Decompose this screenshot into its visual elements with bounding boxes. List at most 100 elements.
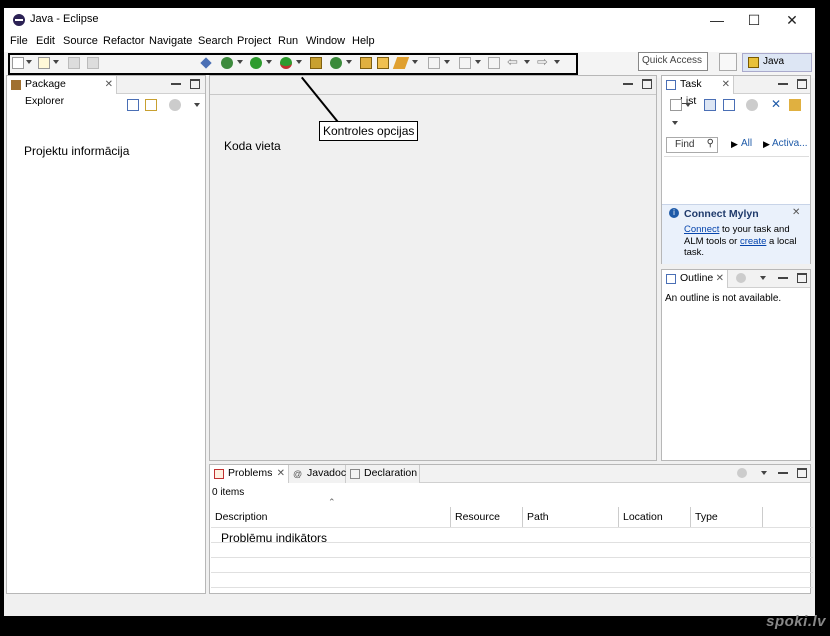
view-menu-icon[interactable] (761, 471, 767, 475)
tab-task-list[interactable]: Task List ✕ (662, 76, 734, 107)
table-row[interactable] (211, 557, 813, 572)
quick-access-field[interactable]: Quick Access (638, 52, 708, 71)
outline-minimize-icon[interactable] (778, 273, 788, 279)
next-annotation-icon[interactable] (428, 57, 440, 69)
task-list-minimize-icon[interactable] (778, 79, 788, 85)
view-menu-icon[interactable] (760, 276, 766, 280)
link-with-editor-icon[interactable] (145, 99, 157, 111)
tab-package-explorer[interactable]: Package Explorer ✕ (7, 76, 117, 107)
menu-help[interactable]: Help (352, 35, 375, 47)
focus-icon[interactable] (746, 99, 758, 111)
save-all-icon[interactable] (87, 57, 99, 69)
new-java-package-icon[interactable] (310, 57, 322, 69)
column-header-location[interactable]: Location (619, 507, 691, 527)
new-icon[interactable] (12, 57, 24, 69)
open-task-icon[interactable] (377, 57, 389, 69)
bottom-minimize-icon[interactable] (778, 468, 788, 474)
external-tools-icon[interactable] (280, 57, 292, 69)
run-dropdown-icon[interactable] (266, 60, 272, 64)
tab-problems[interactable]: Problems ✕ (210, 465, 289, 483)
create-link[interactable]: create (740, 236, 766, 247)
menu-navigate[interactable]: Navigate (149, 35, 192, 47)
close-icon[interactable]: ✕ (716, 270, 724, 287)
table-row[interactable] (211, 587, 813, 602)
debug-icon[interactable] (221, 57, 233, 69)
outline-maximize-icon[interactable] (797, 273, 807, 283)
back-icon[interactable]: ⇦ (507, 55, 519, 68)
view-menu-icon[interactable] (194, 103, 200, 107)
focus-icon[interactable] (736, 273, 746, 283)
close-icon[interactable]: ✕ (722, 76, 730, 93)
new-project-icon[interactable] (38, 57, 50, 69)
synchronize-icon[interactable] (789, 99, 801, 111)
column-header-resource[interactable]: Resource (451, 507, 523, 527)
column-header-type[interactable]: Type (691, 507, 763, 527)
run-icon[interactable] (250, 57, 262, 69)
at-icon: @ (293, 469, 303, 479)
filter-activate-link[interactable]: Activa... (772, 138, 808, 149)
new-task-dropdown-icon[interactable] (685, 103, 691, 107)
forward-dropdown-icon[interactable] (554, 60, 560, 64)
tab-outline[interactable]: Outline ✕ (662, 270, 728, 288)
open-type-icon[interactable] (360, 57, 372, 69)
minimize-icon[interactable] (171, 79, 181, 85)
menu-edit[interactable]: Edit (36, 35, 55, 47)
filter-all-link[interactable]: All (741, 138, 752, 149)
new-task-icon[interactable] (670, 99, 682, 111)
open-perspective-icon[interactable] (719, 53, 737, 71)
connect-link[interactable]: Connect (684, 224, 719, 235)
collapse-all-icon[interactable]: ✕ (771, 98, 783, 111)
minimize-button[interactable]: — (699, 8, 735, 32)
external-tools-dropdown-icon[interactable] (296, 60, 302, 64)
menu-source[interactable]: Source (63, 35, 98, 47)
outline-panel: Outline ✕ An outline is not available. (661, 269, 811, 461)
collapse-all-icon[interactable] (127, 99, 139, 111)
view-menu-icon[interactable] (672, 121, 678, 125)
menu-file[interactable]: File (10, 35, 28, 47)
close-icon[interactable]: ✕ (792, 207, 800, 218)
last-edit-location-icon[interactable] (488, 57, 500, 69)
new-project-dropdown-icon[interactable] (53, 60, 59, 64)
outline-icon (666, 274, 676, 284)
menu-project[interactable]: Project (237, 35, 271, 47)
back-dropdown-icon[interactable] (524, 60, 530, 64)
maximize-button[interactable]: ☐ (736, 8, 772, 32)
column-header-description[interactable]: Description (211, 507, 451, 527)
focus-icon[interactable] (737, 468, 747, 478)
search-dropdown-icon[interactable] (412, 60, 418, 64)
tab-javadoc[interactable]: @ Javadoc (289, 465, 346, 483)
save-icon[interactable] (68, 57, 80, 69)
maximize-icon[interactable] (190, 79, 200, 89)
task-find-field[interactable]: Find ⚲ (666, 137, 718, 153)
editor-minimize-icon[interactable] (623, 79, 633, 85)
java-perspective-button[interactable]: Java (742, 53, 812, 72)
debug-dropdown-icon[interactable] (237, 60, 243, 64)
triangle-right-icon: ▶ (763, 139, 770, 149)
new-dropdown-icon[interactable] (26, 60, 32, 64)
task-list-body[interactable] (664, 156, 809, 206)
task-list-maximize-icon[interactable] (797, 79, 807, 89)
new-java-class-icon[interactable] (330, 57, 342, 69)
bottom-maximize-icon[interactable] (797, 468, 807, 478)
scheduled-icon[interactable] (723, 99, 735, 111)
focus-icon[interactable] (169, 99, 181, 111)
close-icon[interactable]: ✕ (105, 76, 113, 93)
tab-declaration[interactable]: Declaration (346, 465, 420, 483)
forward-icon[interactable]: ⇨ (537, 55, 549, 68)
table-row[interactable] (211, 572, 813, 587)
menu-run[interactable]: Run (278, 35, 298, 47)
menu-search[interactable]: Search (198, 35, 233, 47)
editor-maximize-icon[interactable] (642, 79, 652, 89)
outline-tab-label: Outline (680, 272, 714, 284)
menu-window[interactable]: Window (306, 35, 345, 47)
categorized-icon[interactable] (704, 99, 716, 111)
close-button[interactable]: ✕ (774, 8, 810, 32)
close-icon[interactable]: ✕ (277, 465, 285, 482)
previous-annotation-dropdown-icon[interactable] (475, 60, 481, 64)
column-header-path[interactable]: Path (523, 507, 619, 527)
new-java-class-dropdown-icon[interactable] (346, 60, 352, 64)
control-options-callout: Kontroles opcijas (319, 121, 419, 141)
previous-annotation-icon[interactable] (459, 57, 471, 69)
next-annotation-dropdown-icon[interactable] (444, 60, 450, 64)
menu-refactor[interactable]: Refactor (103, 35, 145, 47)
